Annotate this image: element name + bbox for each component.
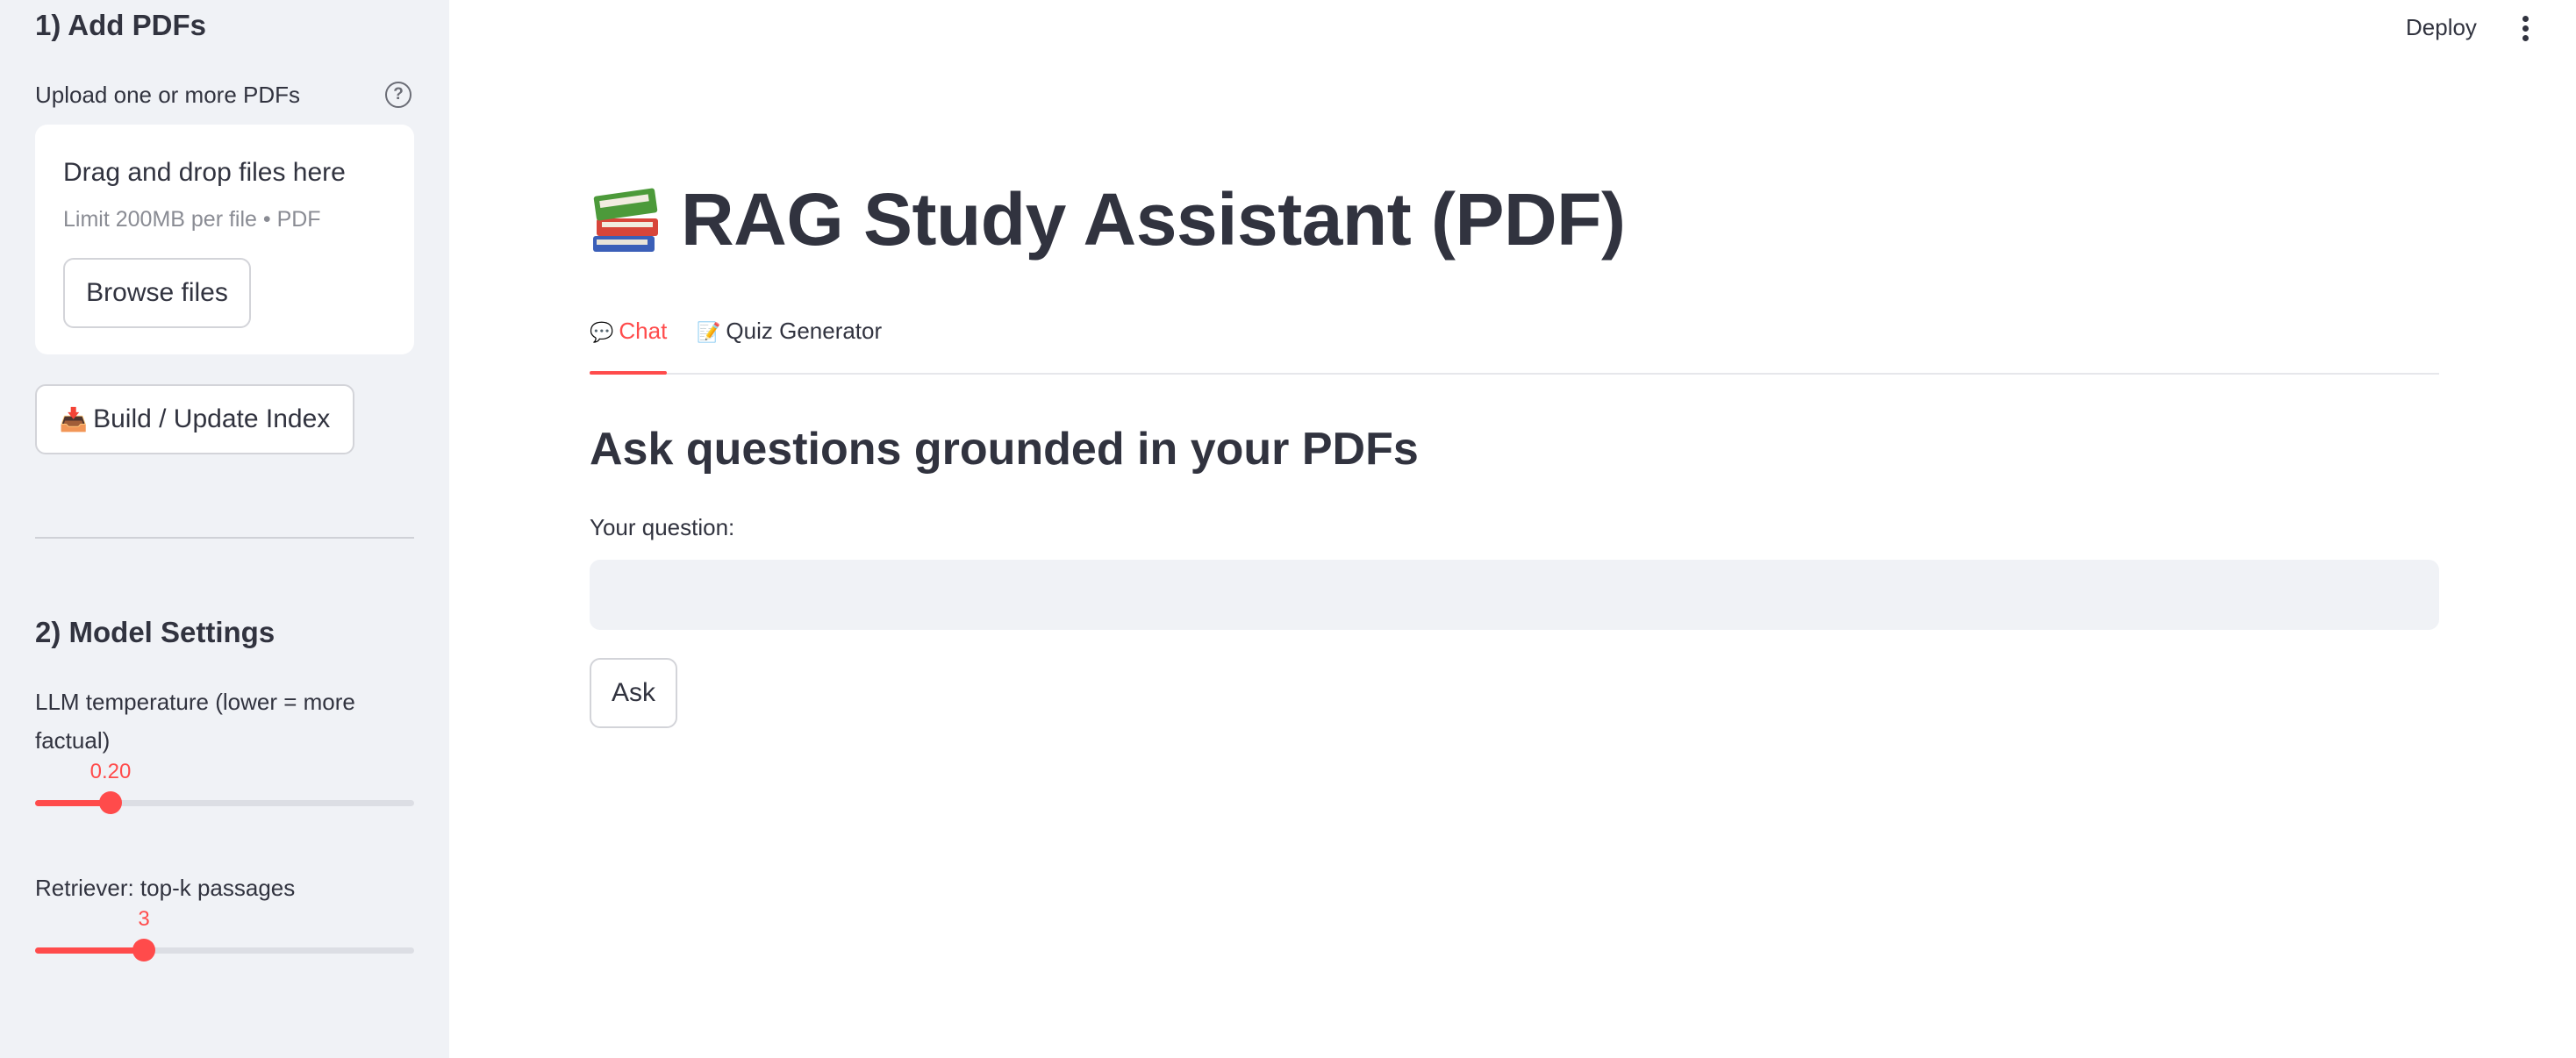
books-icon — [590, 183, 662, 257]
inbox-tray-icon: 📥 — [59, 406, 89, 432]
dropzone-title: Drag and drop files here — [63, 158, 346, 187]
tab-chat[interactable]: 💬 Chat — [590, 318, 667, 345]
section-title-add-pdfs: 1) Add PDFs — [35, 9, 206, 41]
temperature-value: 0.20 — [89, 760, 132, 783]
topk-slider-thumb[interactable] — [132, 939, 155, 961]
temperature-slider[interactable] — [35, 791, 414, 814]
app-root: 1) Add PDFs Upload one or more PDFs ? Dr… — [0, 0, 2576, 1058]
tab-chat-label: Chat — [619, 318, 668, 344]
upload-label: Upload one or more PDFs — [35, 82, 301, 108]
tab-baseline — [590, 373, 2439, 375]
question-label: Your question: — [590, 514, 735, 540]
dropzone-limit-text: Limit 200MB per file • PDF — [63, 207, 321, 232]
active-tab-indicator — [590, 371, 667, 375]
temperature-label: LLM temperature (lower = more factual) — [35, 689, 355, 754]
browse-files-button[interactable]: Browse files — [63, 258, 251, 328]
kebab-vertical-icon[interactable] — [2518, 16, 2532, 44]
build-index-button[interactable]: 📥 Build / Update Index — [35, 384, 354, 454]
tab-bar: 💬 Chat 📝 Quiz Generator — [590, 307, 2439, 377]
file-dropzone[interactable]: Drag and drop files here Limit 200MB per… — [35, 125, 414, 354]
build-index-label: Build / Update Index — [93, 404, 331, 433]
section-title-model-settings: 2) Model Settings — [35, 616, 275, 648]
chat-section-title: Ask questions grounded in your PDFs — [590, 424, 1419, 475]
temperature-slider-thumb[interactable] — [99, 791, 122, 814]
question-input[interactable] — [590, 560, 2439, 630]
topk-slider-fill — [35, 947, 144, 954]
page-title: RAG Study Assistant (PDF) — [590, 177, 1626, 262]
tab-quiz-generator[interactable]: 📝 Quiz Generator — [697, 318, 882, 345]
deploy-button[interactable]: Deploy — [2406, 14, 2477, 41]
topk-label: Retriever: top-k passages — [35, 875, 296, 901]
tab-quiz-label: Quiz Generator — [726, 318, 883, 344]
sidebar-divider — [35, 537, 414, 539]
topk-slider[interactable] — [35, 939, 414, 961]
memo-icon: 📝 — [697, 321, 721, 343]
ask-button[interactable]: Ask — [590, 658, 677, 728]
speech-bubble-icon: 💬 — [590, 321, 614, 343]
topk-value: 3 — [138, 907, 150, 931]
help-icon[interactable]: ? — [385, 82, 411, 108]
page-title-text: RAG Study Assistant (PDF) — [681, 178, 1626, 261]
sidebar: 1) Add PDFs Upload one or more PDFs ? Dr… — [0, 0, 449, 1058]
